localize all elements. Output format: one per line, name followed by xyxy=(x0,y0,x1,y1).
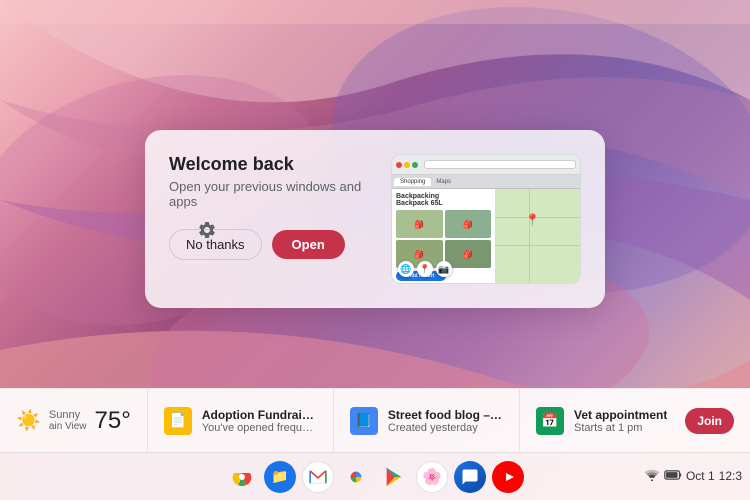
battery-icon xyxy=(664,468,682,484)
welcome-subtitle: Open your previous windows and apps xyxy=(169,179,371,209)
tray-date[interactable]: Oct 1 xyxy=(686,469,715,483)
notification-vet-appointment[interactable]: 📅 Vet appointment Starts at 1 pm Join xyxy=(520,389,750,452)
notification-adoption-fundraiser[interactable]: 📄 Adoption Fundraiser You've opened freq… xyxy=(148,389,334,452)
weather-icon: ☀️ xyxy=(16,408,41,433)
shelf-icon-play[interactable] xyxy=(378,461,410,493)
weather-condition: Sunny xyxy=(49,409,87,421)
street-food-text: Street food blog – Rough draft Created y… xyxy=(388,408,503,434)
welcome-title: Welcome back xyxy=(169,154,371,175)
adoption-fundraiser-text: Adoption Fundraiser You've opened freque… xyxy=(202,408,317,434)
welcome-card: Welcome back Open your previous windows … xyxy=(145,130,605,308)
shelf-icon-photos[interactable] xyxy=(340,461,372,493)
vet-appointment-text: Vet appointment Starts at 1 pm xyxy=(574,408,667,434)
shelf-icon-photos2[interactable]: 🌸 xyxy=(416,461,448,493)
tray-time[interactable]: 12:3 xyxy=(719,469,742,483)
shelf-icon-messages[interactable] xyxy=(454,461,486,493)
welcome-card-content: Welcome back Open your previous windows … xyxy=(169,154,371,264)
street-food-subtitle: Created yesterday xyxy=(388,422,503,434)
weather-info: Sunny ain View xyxy=(49,409,87,432)
street-food-title: Street food blog – Rough draft xyxy=(388,408,503,422)
network-icon xyxy=(644,468,660,484)
weather-temperature: 75° xyxy=(95,407,131,435)
shelf-icon-files[interactable]: 📁 xyxy=(264,461,296,493)
join-button[interactable]: Join xyxy=(685,408,734,434)
vet-appointment-icon: 📅 xyxy=(536,407,564,435)
adoption-fundraiser-title: Adoption Fundraiser xyxy=(202,408,317,422)
weather-location: ain View xyxy=(49,421,87,432)
settings-gear-icon[interactable] xyxy=(193,216,221,244)
vet-appointment-subtitle: Starts at 1 pm xyxy=(574,422,667,434)
vet-appointment-title: Vet appointment xyxy=(574,408,667,422)
adoption-fundraiser-icon: 📄 xyxy=(164,407,192,435)
open-button[interactable]: Open xyxy=(272,230,345,259)
notification-bar: ☀️ Sunny ain View 75° 📄 Adoption Fundrai… xyxy=(0,388,750,452)
shelf-icon-chrome[interactable] xyxy=(226,461,258,493)
notification-street-food[interactable]: 📘 Street food blog – Rough draft Created… xyxy=(334,389,520,452)
top-bar xyxy=(0,0,750,24)
adoption-fundraiser-subtitle: You've opened frequently xyxy=(202,422,317,434)
browser-preview: Shopping Maps BackpackingBackpack 65L 🎒 … xyxy=(391,154,581,284)
system-tray[interactable]: Oct 1 12:3 xyxy=(644,452,750,500)
street-food-icon: 📘 xyxy=(350,407,378,435)
shelf-icon-gmail[interactable] xyxy=(302,461,334,493)
shelf-icon-youtube[interactable] xyxy=(492,461,524,493)
shelf: 📁 🌸 xyxy=(0,452,750,500)
weather-widget[interactable]: ☀️ Sunny ain View 75° xyxy=(0,389,148,452)
